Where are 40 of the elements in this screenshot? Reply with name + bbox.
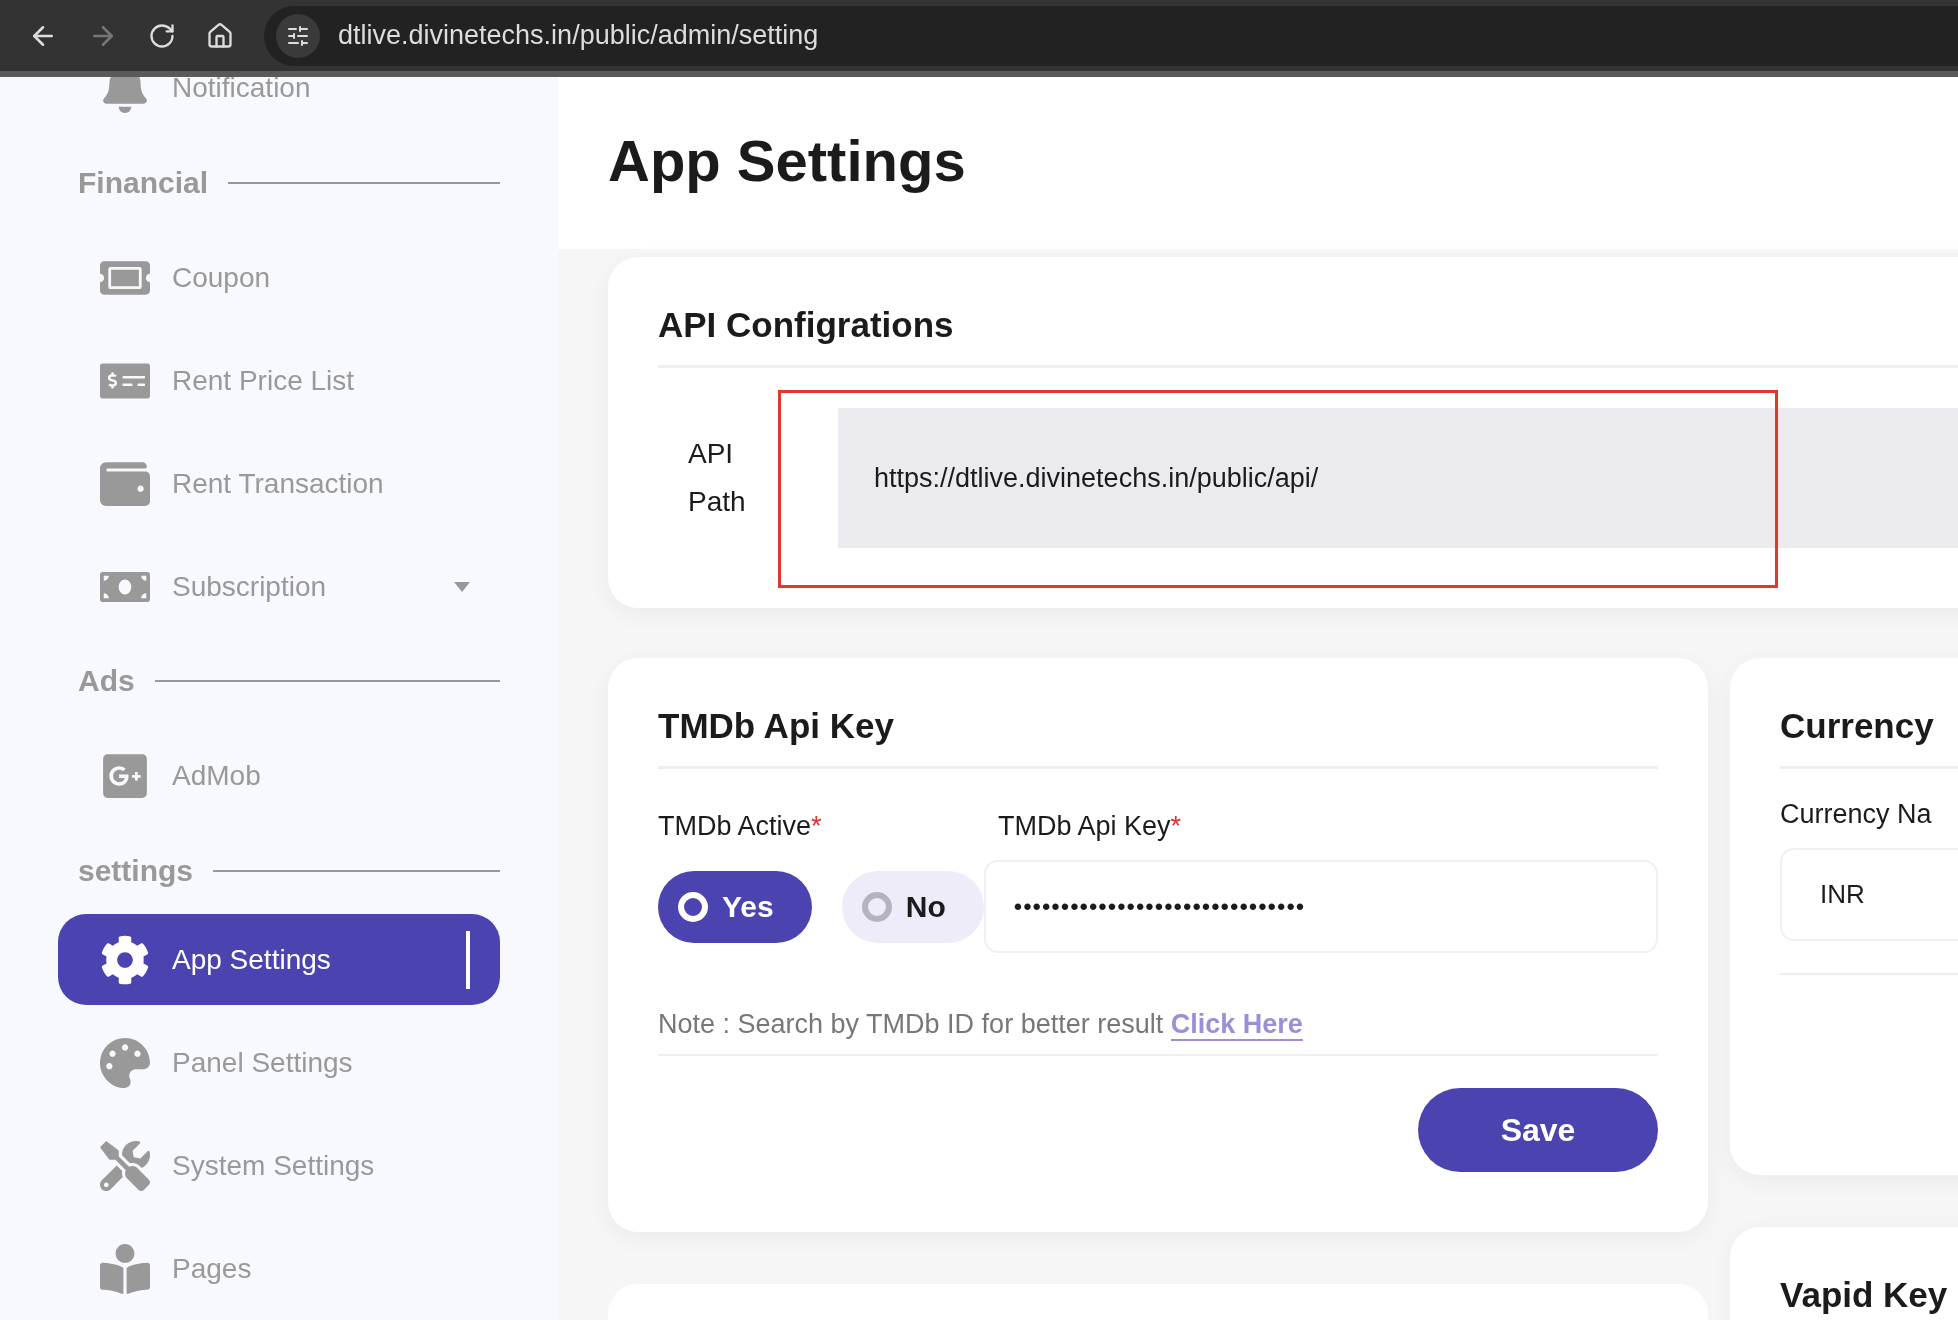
- field-label: API Path: [688, 437, 747, 519]
- reload-icon[interactable]: [148, 21, 176, 50]
- sidebar-item[interactable]: System Settings: [58, 1114, 500, 1218]
- section-heading: Ads: [78, 664, 135, 699]
- radio-button[interactable]: No: [841, 870, 984, 943]
- input-field[interactable]: •••••••••••••••••••••••••••••••: [983, 860, 1658, 953]
- sidebar-item[interactable]: Rent Price List: [58, 329, 500, 433]
- card-title: TMDb Api Key: [658, 706, 894, 746]
- section-heading: settings: [78, 853, 194, 888]
- note-text: Note : Search by TMDb ID for better result Click Here: [658, 1009, 1304, 1040]
- sidebar-item[interactable]: App Settings: [58, 913, 500, 1006]
- input-field[interactable]: INR: [1780, 848, 1958, 941]
- gear-icon: [100, 934, 150, 985]
- field-label: TMDb Active*: [658, 811, 823, 842]
- palette-icon: [100, 1037, 150, 1088]
- field-label: TMDb Api Key*: [998, 811, 1182, 842]
- section-heading: Financial: [78, 166, 209, 201]
- card-title: Vapid Key: [1780, 1275, 1948, 1315]
- sidebar-item[interactable]: Pages: [58, 1217, 500, 1320]
- tools-icon: [100, 1140, 150, 1191]
- sidebar-item[interactable]: Notification: [58, 77, 500, 140]
- sidebar-item[interactable]: Subscription: [58, 535, 500, 639]
- card-title: API Configrations: [658, 305, 954, 345]
- sidebar-item[interactable]: Panel Settings: [58, 1011, 500, 1115]
- sidebar-item[interactable]: AdMob: [58, 724, 500, 828]
- sidebar-item[interactable]: Coupon: [58, 226, 500, 330]
- bell-icon: [100, 77, 150, 114]
- page-title: App Settings: [608, 127, 966, 194]
- sidebar-item[interactable]: Rent Transaction: [58, 432, 500, 536]
- link[interactable]: Click Here: [1170, 1009, 1303, 1041]
- radio-button[interactable]: Yes: [658, 870, 812, 943]
- site-settings-icon[interactable]: [276, 13, 320, 58]
- g-plus-icon: [100, 751, 150, 801]
- card-title: Currency: [1780, 706, 1934, 746]
- home-icon[interactable]: [206, 21, 234, 50]
- field-label: Currency Na: [1780, 799, 1932, 829]
- reader-icon: [100, 1243, 150, 1294]
- address-bar[interactable]: dtlive.divinetechs.in/public/admin/setting: [338, 20, 819, 51]
- save-button[interactable]: Save: [1418, 1088, 1658, 1172]
- input-field[interactable]: https://dtlive.divinetechs.in/public/api/: [838, 408, 1958, 548]
